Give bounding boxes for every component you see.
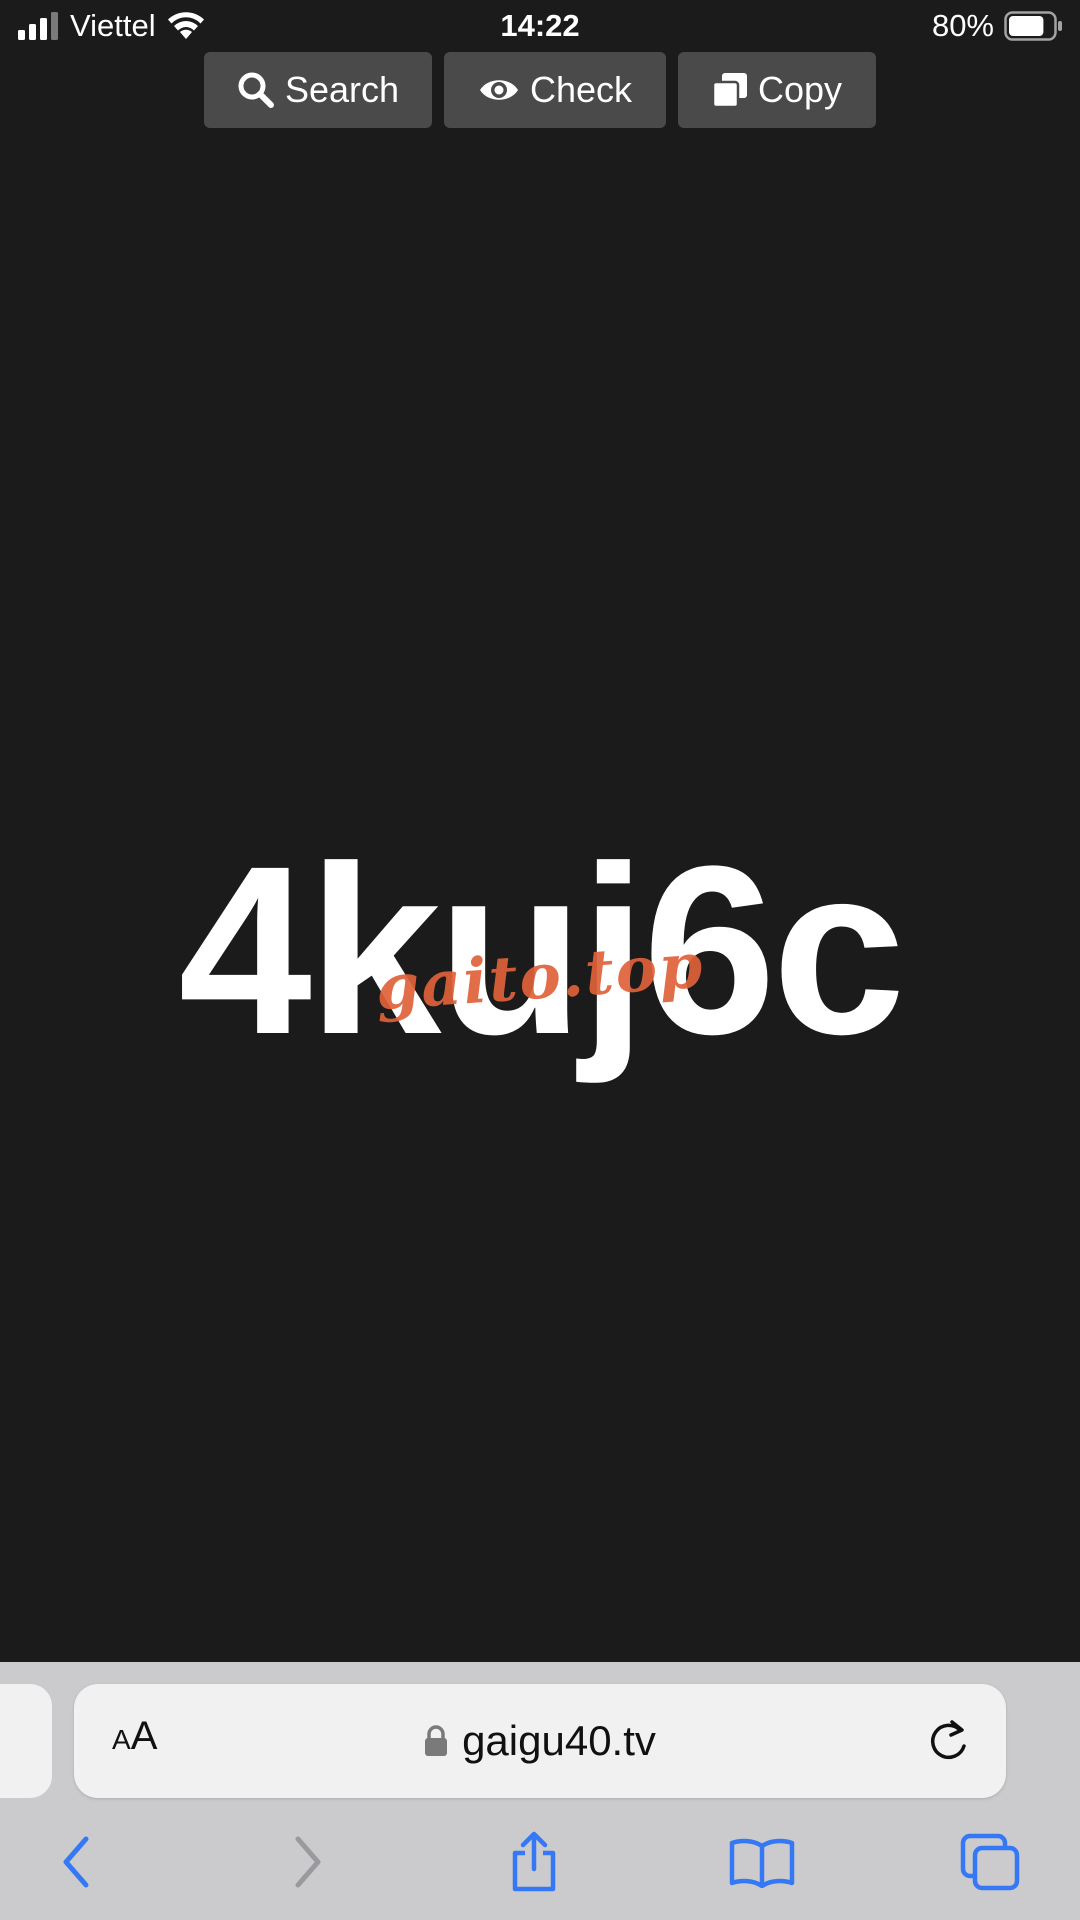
reload-icon [930, 1720, 966, 1760]
eye-icon [479, 80, 518, 100]
battery-level-fill [1009, 16, 1044, 36]
bookmarks-button[interactable] [722, 1822, 802, 1902]
lock-icon [425, 1725, 448, 1756]
search-button[interactable]: Search [204, 52, 432, 128]
copy-icon [711, 73, 747, 108]
battery-percent: 80% [931, 8, 994, 43]
share-button[interactable] [494, 1822, 574, 1902]
copy-button-label: Copy [757, 69, 843, 110]
previous-tab-card[interactable] [0, 1684, 52, 1798]
browser-toolbar [0, 1822, 1080, 1902]
battery-icon [1004, 11, 1062, 41]
tool-bar: Search Check Copy [204, 52, 876, 128]
address-bar[interactable]: A A gaigu40.tv [74, 1684, 1006, 1798]
check-button[interactable]: Check [444, 52, 666, 128]
tabs-icon [960, 1833, 1020, 1891]
status-clock: 14:22 [500, 8, 580, 43]
share-icon [512, 1831, 556, 1892]
url-text: gaigu40.tv [462, 1717, 656, 1764]
browser-bottom-bar: A A gaigu40.tv [0, 1662, 1080, 1920]
search-button-label: Search [284, 69, 400, 110]
status-right: 80% [932, 8, 1064, 44]
back-chevron-icon [63, 1836, 89, 1888]
screen: Viettel 14:22 80% Search Check Copy 4kuj… [0, 0, 1080, 1920]
book-icon [729, 1838, 795, 1888]
tabs-button[interactable] [950, 1822, 1030, 1902]
check-button-label: Check [529, 69, 633, 110]
url-display[interactable]: gaigu40.tv [74, 1684, 1006, 1798]
search-icon [238, 72, 274, 108]
copy-button[interactable]: Copy [678, 52, 876, 128]
reload-button[interactable] [926, 1718, 972, 1764]
back-button[interactable] [36, 1822, 116, 1902]
status-bar: Viettel 14:22 80% [0, 0, 1080, 52]
forward-button[interactable] [268, 1822, 348, 1902]
forward-chevron-icon [295, 1836, 321, 1888]
